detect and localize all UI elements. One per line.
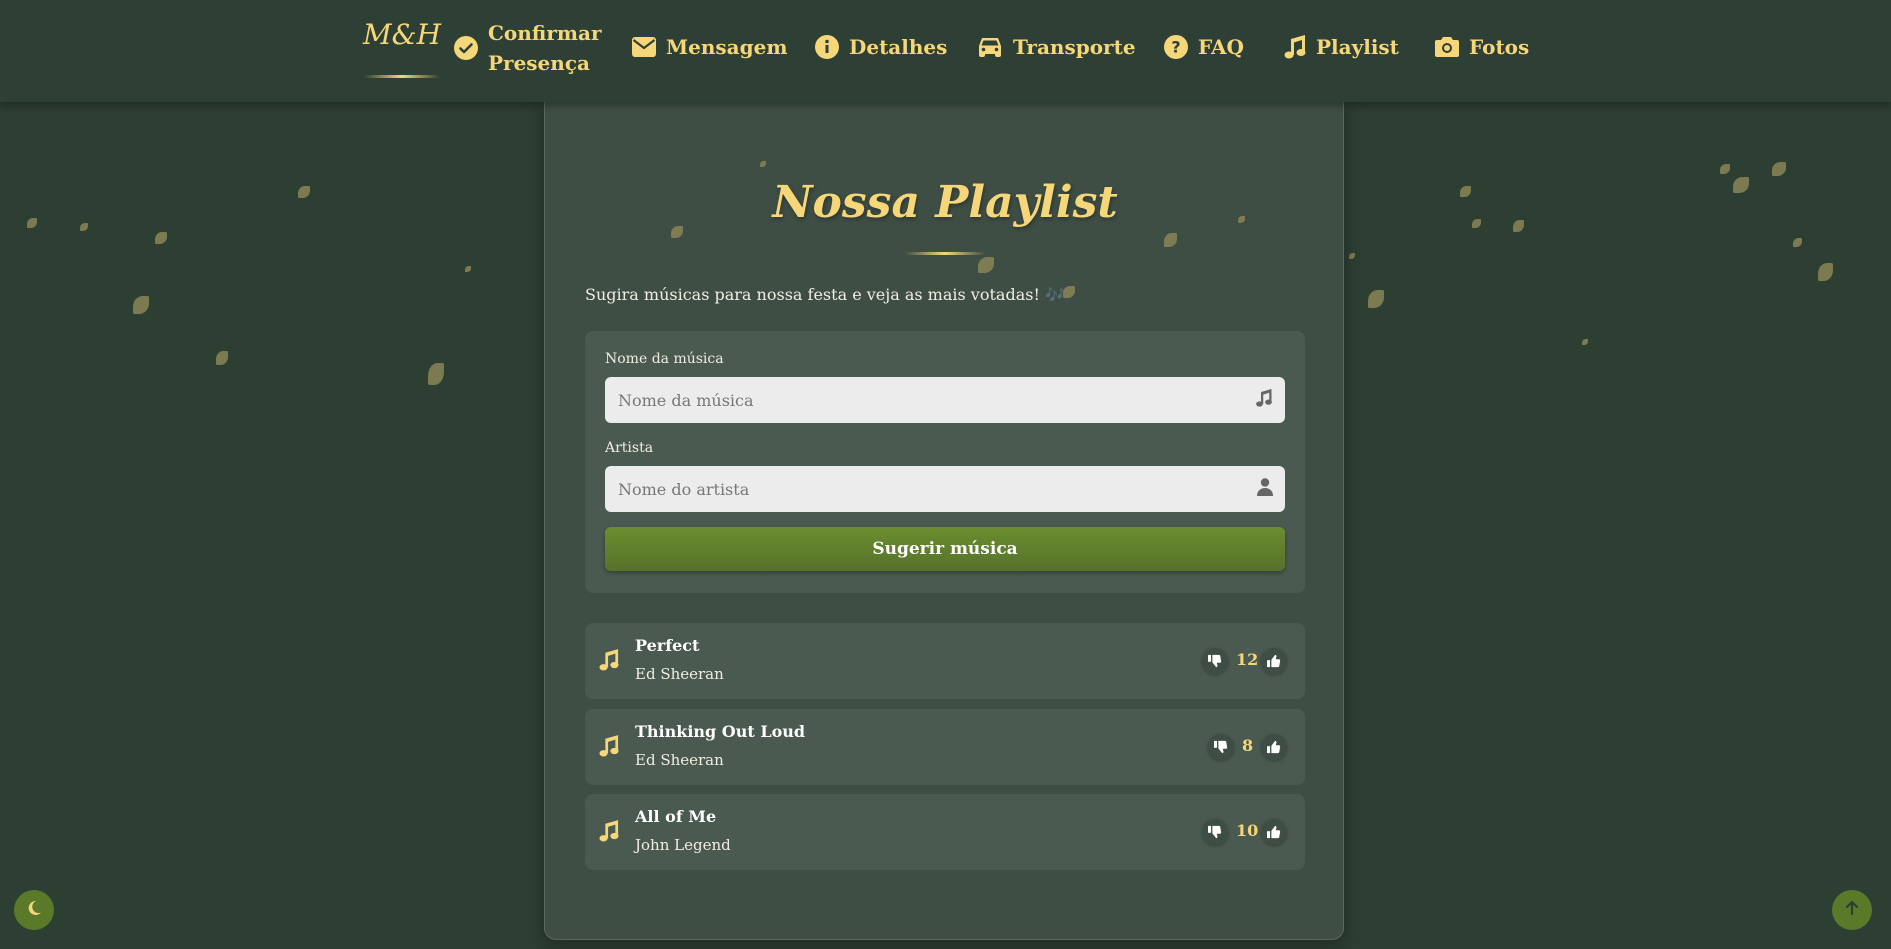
artist-label: Artista <box>605 440 654 456</box>
song-title: Thinking Out Loud <box>635 722 806 741</box>
nav-faq[interactable]: ? FAQ <box>1164 35 1244 59</box>
nav-detalhes-label: Detalhes <box>849 35 948 59</box>
envelope-icon <box>632 37 656 57</box>
check-circle-icon <box>454 36 478 60</box>
nav-faq-label: FAQ <box>1198 35 1244 59</box>
brand-underline <box>364 75 440 78</box>
user-icon <box>1257 478 1273 500</box>
nav-fotos-label: Fotos <box>1469 35 1530 59</box>
nav-transporte-label: Transporte <box>1013 35 1136 59</box>
scroll-top-button[interactable] <box>1832 890 1872 930</box>
song-artist: John Legend <box>635 836 731 854</box>
vote-count: 12 <box>1236 650 1259 669</box>
thumbs-up-icon[interactable] <box>1261 734 1287 760</box>
music-note-icon <box>599 820 619 846</box>
song-item: All of Me John Legend 10 <box>585 794 1305 870</box>
thumbs-up-icon[interactable] <box>1261 648 1287 674</box>
playlist-card: Nossa Playlist Sugira músicas para nossa… <box>544 98 1344 940</box>
nav-playlist-label: Playlist <box>1316 35 1399 59</box>
song-item: Thinking Out Loud Ed Sheeran 8 <box>585 709 1305 785</box>
theme-toggle-button[interactable] <box>14 890 54 930</box>
thumbs-down-icon[interactable] <box>1202 819 1228 845</box>
title-underline <box>905 252 985 255</box>
music-note-icon <box>1284 35 1306 59</box>
song-artist: Ed Sheeran <box>635 665 724 683</box>
suggest-song-button[interactable]: Sugerir música <box>605 527 1285 571</box>
nav-confirmar-line1: Confirmar <box>488 21 602 45</box>
music-note-icon <box>599 649 619 675</box>
vote-count: 10 <box>1236 821 1259 840</box>
nav-fotos[interactable]: Fotos <box>1435 35 1529 59</box>
song-name-field-wrapper <box>605 377 1285 423</box>
page-subtitle: Sugira músicas para nossa festa e veja a… <box>585 285 1065 304</box>
page-title: Nossa Playlist <box>772 177 1118 228</box>
info-circle-icon <box>815 35 839 59</box>
nav-confirmar-presenca[interactable]: Confirmar Presença <box>454 18 602 78</box>
question-circle-icon: ? <box>1164 35 1188 59</box>
brand-logo[interactable]: M&H <box>362 18 442 51</box>
arrow-up-icon <box>1844 900 1860 920</box>
svg-text:?: ? <box>1171 38 1180 57</box>
thumbs-up-icon[interactable] <box>1261 819 1287 845</box>
suggest-song-form: Nome da música Artista Sugerir música <box>585 331 1305 593</box>
song-artist: Ed Sheeran <box>635 751 724 769</box>
thumbs-down-icon[interactable] <box>1202 648 1228 674</box>
vote-count: 8 <box>1242 736 1254 755</box>
artist-input[interactable] <box>605 466 1285 512</box>
song-title: All of Me <box>635 807 717 826</box>
nav-confirmar-label: Confirmar Presença <box>488 18 602 78</box>
nav-mensagem[interactable]: Mensagem <box>632 35 788 59</box>
thumbs-down-icon[interactable] <box>1208 734 1234 760</box>
nav-detalhes[interactable]: Detalhes <box>815 35 947 59</box>
top-navbar: M&H Confirmar Presença Mensagem Detalhes… <box>0 0 1891 102</box>
song-name-label: Nome da música <box>605 351 724 367</box>
song-title: Perfect <box>635 636 700 655</box>
nav-confirmar-line2: Presença <box>488 51 590 75</box>
song-name-input[interactable] <box>605 377 1285 423</box>
nav-transporte[interactable]: Transporte <box>977 35 1136 59</box>
moon-icon <box>26 900 42 920</box>
camera-icon <box>1435 36 1459 58</box>
music-note-icon <box>1255 389 1273 411</box>
song-item: Perfect Ed Sheeran 12 <box>585 623 1305 699</box>
nav-mensagem-label: Mensagem <box>666 35 788 59</box>
artist-field-wrapper <box>605 466 1285 512</box>
car-icon <box>977 36 1003 58</box>
nav-playlist[interactable]: Playlist <box>1284 35 1399 59</box>
music-note-icon <box>599 735 619 761</box>
